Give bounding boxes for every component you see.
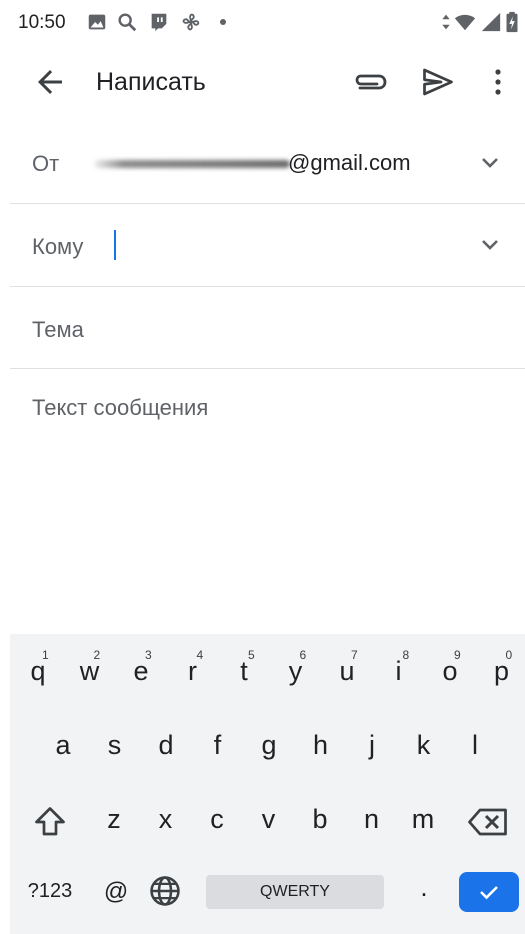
space-key[interactable]: QWERTY — [206, 875, 384, 909]
more-vert-icon[interactable] — [484, 64, 512, 100]
from-email: @gmail.com — [288, 150, 411, 175]
key-i[interactable]: i8 — [381, 648, 417, 687]
paperclip-icon[interactable] — [350, 64, 388, 100]
key-v[interactable]: v — [251, 804, 287, 835]
key-z[interactable]: z — [96, 804, 132, 835]
chevron-down-icon[interactable] — [478, 233, 502, 257]
to-label: Кому — [32, 234, 84, 259]
key-letter: g — [261, 730, 277, 760]
key-hint: 3 — [145, 648, 152, 662]
key-t[interactable]: t5 — [226, 648, 262, 687]
key-h[interactable]: h — [303, 730, 339, 761]
key-letter: b — [312, 804, 328, 834]
key-letter: n — [363, 804, 380, 834]
twitch-icon — [151, 13, 167, 32]
key-letter: t — [240, 656, 248, 686]
key-letter: c — [210, 804, 224, 834]
key-letter: f — [213, 730, 222, 760]
backspace-icon[interactable] — [468, 804, 510, 840]
key-o[interactable]: o9 — [432, 648, 468, 687]
key-d[interactable]: d — [148, 730, 184, 761]
key-y[interactable]: y6 — [278, 648, 314, 687]
status-time: 10:50 — [18, 12, 66, 33]
chevron-down-icon[interactable] — [478, 151, 502, 175]
key-hint: 8 — [402, 648, 410, 662]
key-letter: z — [107, 804, 121, 834]
page-title: Написать — [96, 68, 206, 96]
key-hint: 6 — [299, 648, 307, 662]
on-screen-keyboard: ?123 @ QWERTY . q1 w2 e3 r4 t5 y6 u7 i8 o9 p0 a s d f… — [10, 634, 525, 934]
signal-icon — [481, 12, 501, 32]
key-hint: 9 — [454, 648, 461, 662]
enter-key[interactable] — [459, 872, 519, 912]
checkmark-icon — [480, 886, 498, 900]
key-u[interactable]: u7 — [329, 648, 365, 687]
key-letter: a — [55, 730, 71, 760]
key-l[interactable]: l — [457, 730, 493, 761]
key-c[interactable]: c — [199, 804, 235, 835]
key-hint: 5 — [248, 648, 255, 662]
key-p[interactable]: p0 — [484, 648, 520, 687]
period-key[interactable]: . — [414, 872, 434, 903]
image-icon — [88, 14, 106, 30]
key-j[interactable]: j — [354, 730, 390, 761]
key-letter: l — [472, 730, 478, 760]
text-cursor — [114, 230, 116, 260]
key-letter: m — [411, 804, 435, 834]
body-placeholder[interactable]: Текст сообщения — [32, 395, 208, 421]
notification-dot-icon — [220, 19, 226, 25]
key-letter: j — [369, 730, 375, 760]
search-icon — [118, 13, 137, 32]
status-bar: 10:50 — [0, 0, 525, 46]
key-letter: d — [158, 730, 174, 760]
key-letter: s — [107, 730, 122, 760]
key-s[interactable]: s — [97, 730, 133, 761]
key-r[interactable]: r4 — [175, 648, 211, 687]
globe-icon[interactable] — [148, 874, 182, 908]
subject-field[interactable]: Тема — [10, 287, 525, 369]
to-field[interactable]: Кому — [10, 204, 525, 287]
key-hint: 2 — [93, 648, 101, 662]
key-letter: v — [261, 804, 276, 834]
key-g[interactable]: g — [251, 730, 287, 761]
key-f[interactable]: f — [200, 730, 236, 761]
back-arrow-icon[interactable] — [32, 64, 68, 100]
key-b[interactable]: b — [302, 804, 338, 835]
key-k[interactable]: k — [406, 730, 442, 761]
to-input[interactable] — [110, 228, 454, 266]
key-letter: k — [416, 730, 431, 760]
key-letter: h — [312, 730, 329, 760]
subject-placeholder: Тема — [32, 317, 84, 342]
symbols-key[interactable]: ?123 — [24, 880, 76, 903]
key-hint: 1 — [42, 648, 49, 662]
key-a[interactable]: a — [45, 730, 81, 761]
key-hint: 0 — [505, 648, 513, 662]
app-bar: Написать — [0, 46, 525, 120]
battery-icon — [506, 11, 518, 33]
shift-icon[interactable] — [32, 804, 68, 840]
key-letter: i — [395, 656, 402, 686]
at-key[interactable]: @ — [98, 878, 134, 906]
key-e[interactable]: e3 — [123, 648, 159, 687]
redacted-email-username — [94, 160, 290, 168]
key-n[interactable]: n — [354, 804, 390, 835]
key-letter: x — [158, 804, 173, 834]
from-label: От — [32, 151, 60, 176]
data-arrows-icon — [442, 14, 450, 30]
send-icon[interactable] — [420, 64, 456, 100]
wifi-icon — [454, 14, 476, 31]
from-field[interactable]: От @gmail.com — [10, 120, 525, 204]
key-w[interactable]: w2 — [72, 648, 108, 687]
fan-icon — [182, 13, 200, 31]
key-m[interactable]: m — [405, 804, 441, 835]
key-hint: 7 — [351, 648, 358, 662]
key-x[interactable]: x — [148, 804, 184, 835]
key-q[interactable]: q1 — [20, 648, 56, 687]
key-hint: 4 — [196, 648, 204, 662]
